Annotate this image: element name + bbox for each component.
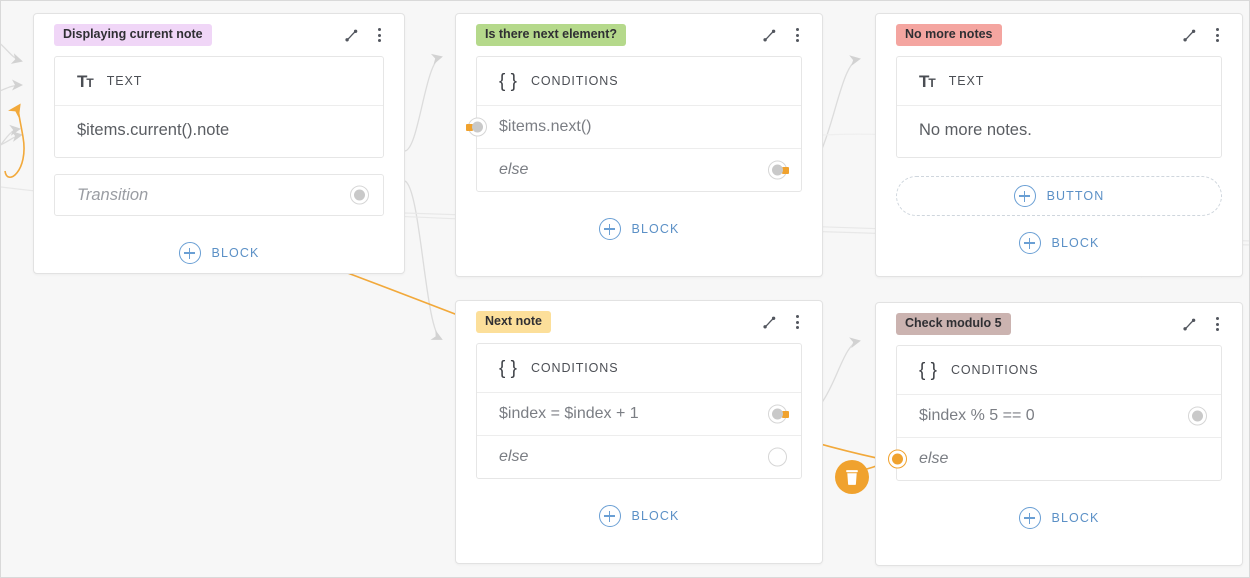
card-title-badge[interactable]: No more notes	[896, 24, 1002, 46]
block-type-header: { } CONDITIONS	[477, 344, 801, 392]
connection-curve-icon[interactable]	[1178, 313, 1200, 335]
block-type-label: TEXT	[107, 74, 143, 88]
add-block-button[interactable]: BLOCK	[456, 210, 822, 258]
block-conditions[interactable]: { } CONDITIONS $items.next() else	[476, 56, 802, 192]
condition-output-knob[interactable]	[468, 118, 487, 137]
add-button-label: BUTTON	[1047, 189, 1105, 203]
trash-icon	[844, 469, 860, 486]
block-text[interactable]: TT TEXT No more notes.	[896, 56, 1222, 158]
plus-circle-icon	[599, 218, 621, 240]
condition-else-text: else	[919, 450, 948, 468]
condition-row-else[interactable]: else	[477, 149, 801, 191]
connection-curve-icon[interactable]	[758, 311, 780, 333]
condition-row-else[interactable]: else	[477, 436, 801, 478]
more-vertical-icon[interactable]	[1206, 313, 1228, 335]
condition-else-output-knob[interactable]	[888, 450, 907, 469]
braces-icon: { }	[919, 361, 937, 380]
text-type-icon: TT	[919, 73, 935, 90]
block-type-header: TT TEXT	[55, 57, 383, 105]
delete-edge-button[interactable]	[835, 460, 869, 494]
condition-row-else[interactable]: else	[897, 438, 1221, 480]
block-type-label: CONDITIONS	[531, 361, 618, 375]
add-block-button[interactable]: BLOCK	[456, 497, 822, 545]
plus-circle-icon	[1019, 232, 1041, 254]
add-block-label: BLOCK	[632, 509, 680, 523]
card-header: Check modulo 5	[876, 303, 1242, 345]
connection-curve-icon[interactable]	[758, 24, 780, 46]
block-conditions[interactable]: { } CONDITIONS $index % 5 == 0 else	[896, 345, 1222, 481]
block-text-value[interactable]: No more notes.	[897, 106, 1221, 157]
plus-circle-icon	[1019, 507, 1041, 529]
add-block-button[interactable]: BLOCK	[34, 234, 404, 282]
more-vertical-icon[interactable]	[1206, 24, 1228, 46]
flow-card-is-there-next-element[interactable]: Is there next element? { } CONDITIONS	[455, 13, 823, 277]
condition-text: $index % 5 == 0	[919, 407, 1035, 425]
condition-output-knob[interactable]	[1188, 407, 1207, 426]
text-type-icon: TT	[77, 73, 93, 90]
more-vertical-icon[interactable]	[786, 24, 808, 46]
add-block-button[interactable]: BLOCK	[876, 499, 1242, 547]
transition-field[interactable]: Transition	[54, 174, 384, 216]
condition-text: $index = $index + 1	[499, 405, 639, 423]
transition-placeholder: Transition	[77, 186, 148, 205]
condition-else-output-knob[interactable]	[768, 161, 787, 180]
block-type-label: CONDITIONS	[951, 363, 1038, 377]
block-type-label: TEXT	[949, 74, 985, 88]
block-type-label: CONDITIONS	[531, 74, 618, 88]
condition-row[interactable]: $index % 5 == 0	[897, 395, 1221, 437]
add-block-label: BLOCK	[1052, 511, 1100, 525]
connection-curve-icon[interactable]	[340, 24, 362, 46]
add-block-label: BLOCK	[632, 222, 680, 236]
flow-card-displaying-current-note[interactable]: Displaying current note TT TEXT $items.c…	[33, 13, 405, 274]
card-header: No more notes	[876, 14, 1242, 56]
flow-card-no-more-notes[interactable]: No more notes TT TEXT No more notes.	[875, 13, 1243, 277]
block-type-header: TT TEXT	[897, 57, 1221, 105]
add-block-label: BLOCK	[212, 246, 260, 260]
block-type-header: { } CONDITIONS	[477, 57, 801, 105]
condition-else-text: else	[499, 448, 528, 466]
condition-else-text: else	[499, 161, 528, 179]
card-title-badge[interactable]: Is there next element?	[476, 24, 626, 46]
add-button-button[interactable]: BUTTON	[896, 176, 1222, 216]
block-text-value[interactable]: $items.current().note	[55, 106, 383, 157]
braces-icon: { }	[499, 359, 517, 378]
more-vertical-icon[interactable]	[786, 311, 808, 333]
plus-circle-icon	[599, 505, 621, 527]
card-title-badge[interactable]: Check modulo 5	[896, 313, 1011, 335]
card-title-badge[interactable]: Displaying current note	[54, 24, 212, 46]
card-header: Is there next element?	[456, 14, 822, 56]
more-vertical-icon[interactable]	[368, 24, 390, 46]
flow-card-next-note[interactable]: Next note { } CONDITIONS $index = $index…	[455, 300, 823, 564]
connection-curve-icon[interactable]	[1178, 24, 1200, 46]
condition-row[interactable]: $items.next()	[477, 106, 801, 148]
card-header: Next note	[456, 301, 822, 343]
transition-output-knob[interactable]	[350, 186, 369, 205]
card-title-badge[interactable]: Next note	[476, 311, 551, 333]
block-conditions[interactable]: { } CONDITIONS $index = $index + 1 else	[476, 343, 802, 479]
condition-text: $items.next()	[499, 118, 591, 136]
block-text[interactable]: TT TEXT $items.current().note	[54, 56, 384, 158]
condition-output-knob[interactable]	[768, 405, 787, 424]
block-type-header: { } CONDITIONS	[897, 346, 1221, 394]
braces-icon: { }	[499, 72, 517, 91]
add-block-button[interactable]: BLOCK	[876, 232, 1242, 254]
plus-circle-icon	[179, 242, 201, 264]
add-block-label: BLOCK	[1052, 236, 1100, 250]
card-header: Displaying current note	[34, 14, 404, 56]
flow-canvas[interactable]: Displaying current note TT TEXT $items.c…	[0, 0, 1250, 578]
flow-card-check-modulo-5[interactable]: Check modulo 5 { } CONDITIONS $index % 5…	[875, 302, 1243, 566]
condition-else-output-knob[interactable]	[768, 448, 787, 467]
condition-row[interactable]: $index = $index + 1	[477, 393, 801, 435]
plus-circle-icon	[1014, 185, 1036, 207]
